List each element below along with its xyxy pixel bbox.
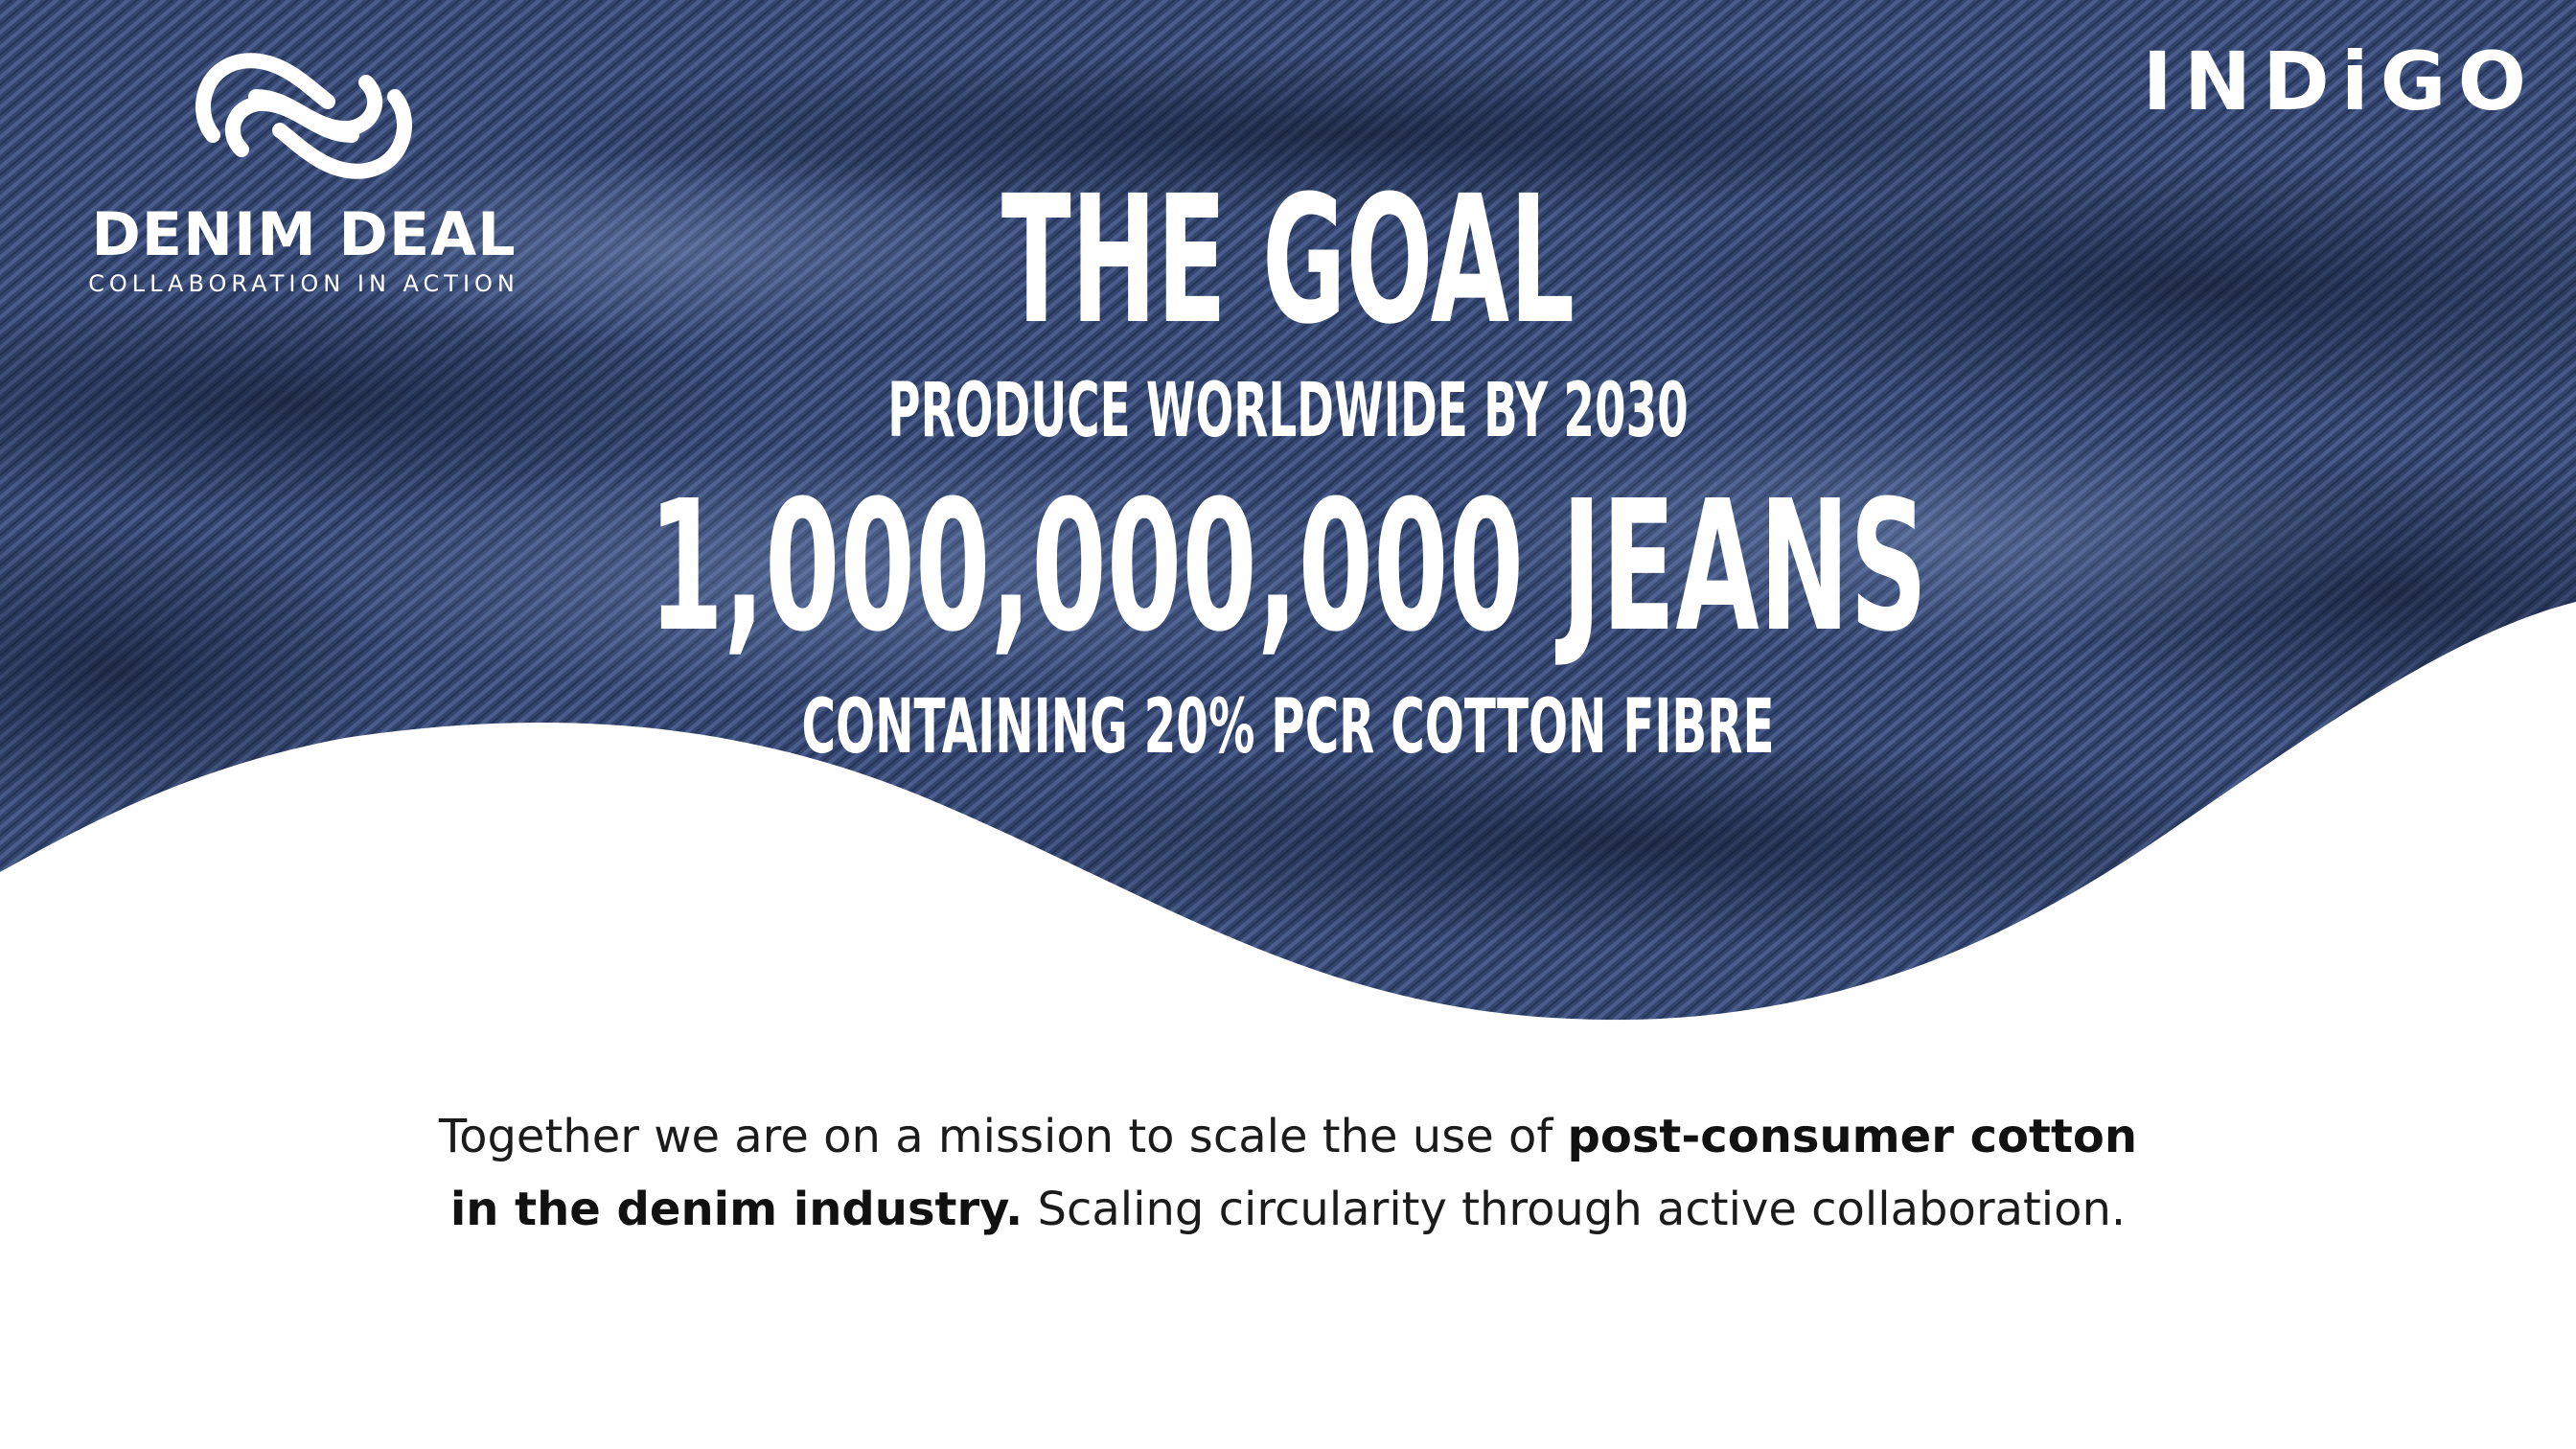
mission-text-1: Together we are on a mission to scale th… xyxy=(438,1110,1568,1163)
mission-text-2: Scaling circularity through active colla… xyxy=(1023,1183,2127,1236)
brand-tagline: COLLABORATION IN ACTION xyxy=(88,270,519,297)
indigo-logo: INDiGO xyxy=(2142,34,2538,128)
goal-number: 1,000,000,000 JEANS xyxy=(648,462,1928,672)
goal-title: THE GOAL xyxy=(1000,158,1576,363)
denim-deal-logo: DENIM DEAL COLLABORATION IN ACTION xyxy=(88,44,519,312)
mission-statement: Together we are on a mission to scale th… xyxy=(0,1100,2576,1246)
goal-subtitle: PRODUCE WORLDWIDE BY 2030 xyxy=(887,368,1689,454)
goal-footnote: CONTAINING 20% PCR COTTON FIBRE xyxy=(801,684,1775,770)
infinity-loop-icon xyxy=(196,53,412,179)
mission-bold-2: in the denim industry. xyxy=(449,1183,1024,1236)
mission-bold-1: post-consumer cotton xyxy=(1567,1110,2138,1163)
brand-name: DENIM DEAL xyxy=(91,199,517,269)
